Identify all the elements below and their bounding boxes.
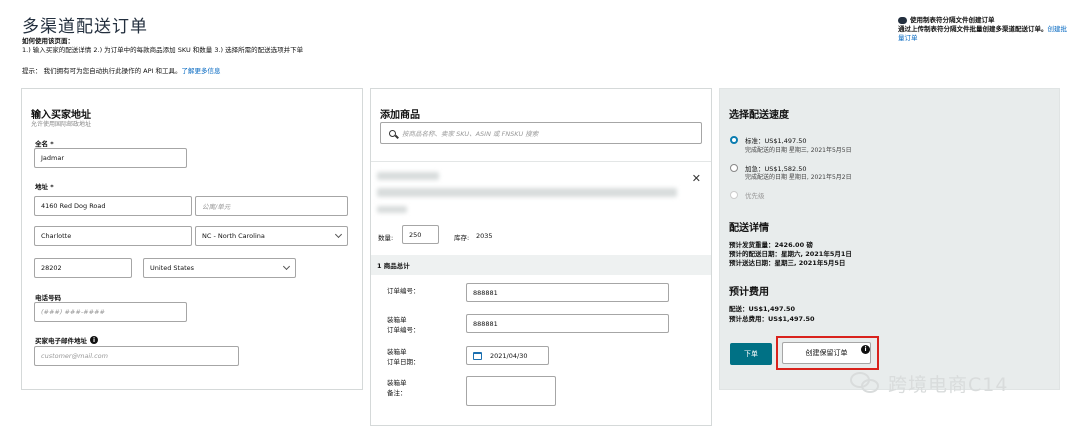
radio-expedited[interactable] [730, 164, 738, 172]
chevron-down-icon [334, 230, 343, 239]
detail-arrival-date: 预计送达日期：星期三, 2021年5月5日 [729, 259, 846, 267]
option-standard: 标准：US$1,497.50 [745, 137, 807, 145]
cost-total: 预计总费用：US$1,497.50 [729, 315, 815, 323]
fullname-input[interactable]: Jadmar [34, 148, 187, 168]
radio-standard[interactable] [730, 136, 738, 144]
state-value: NC - North Carolina [202, 232, 265, 240]
email-label-row: 买家电子邮件地址 i [35, 335, 98, 345]
street-input[interactable]: 4160 Red Dog Road [34, 196, 192, 216]
apt-placeholder: 公寓/单元 [202, 203, 231, 211]
howto-text: 1.) 输入买家的配送详情 2.) 为订单中的每款商品添加 SKU 和数量 3.… [22, 46, 304, 54]
stock-value: 2035 [476, 232, 493, 240]
state-select[interactable]: NC - North Carolina [195, 226, 348, 246]
phone-input[interactable]: (###) ###-#### [34, 302, 187, 322]
packing-no-label: 装箱单 订单编号： [387, 316, 420, 334]
blurred-product-detail [377, 188, 677, 197]
zip-input[interactable]: 28202 [34, 258, 132, 278]
product-search-input[interactable]: 按商品名称、卖家 SKU、ASIN 或 FNSKU 搜索 [380, 122, 702, 144]
items-total: 1 商品总计 [371, 255, 711, 275]
address-subtitle: 允许使用国际邮政地址 [31, 121, 92, 128]
watermark: 跨境电商C14 [850, 370, 1008, 397]
watermark-text: 跨境电商C14 [888, 374, 1009, 396]
blurred-product-sku [377, 206, 407, 213]
option-expedited-date: 完成配送的日期 星期日, 2021年5月2日 [745, 174, 852, 181]
add-items-panel: 添加商品 按商品名称、卖家 SKU、ASIN 或 FNSKU 搜索 ✕ 数量: … [370, 88, 712, 426]
info-icon[interactable]: i [861, 345, 870, 354]
packing-note-label: 装箱单 备注： [387, 379, 407, 397]
packing-note-textarea[interactable] [466, 376, 556, 406]
qty-label: 数量: [378, 234, 394, 242]
chevron-down-icon [282, 262, 291, 271]
packing-no-input[interactable]: 888881 [466, 314, 669, 333]
details-title: 配送详情 [729, 223, 769, 234]
item-card: ✕ 数量: 250 库存: 2035 [371, 161, 711, 255]
phone-label: 电话号码 [35, 294, 61, 302]
cost-shipping: 配送：US$1,497.50 [729, 305, 796, 313]
blurred-product-name [377, 172, 439, 180]
create-hold-order-button[interactable]: 创建保留订单 [782, 342, 871, 364]
search-placeholder: 按商品名称、卖家 SKU、ASIN 或 FNSKU 搜索 [402, 130, 539, 138]
buyer-address-panel: 输入买家地址 允许使用国际邮政地址 全名 * Jadmar 地址 * 4160 … [21, 88, 363, 390]
option-priority: 优先级 [745, 192, 765, 200]
phone-placeholder: (###) ###-#### [41, 308, 105, 316]
order-no-label: 订单编号： [387, 287, 420, 295]
close-icon[interactable]: ✕ [692, 172, 701, 185]
calendar-icon[interactable] [473, 351, 482, 360]
wechat-icon [850, 371, 882, 396]
apt-input[interactable]: 公寓/单元 [195, 196, 348, 216]
email-placeholder: customer@mail.com [41, 352, 108, 360]
stock-label: 库存: [454, 234, 470, 242]
radio-priority[interactable] [730, 191, 738, 199]
bulk-upload-box: 使用制表符分隔文件创建订单 通过上传制表符分隔文件批量创建多渠道配送订单。创建批… [898, 16, 1068, 43]
cost-title: 预计费用 [729, 287, 769, 298]
shipping-panel: 选择配送速度 标准：US$1,497.50 完成配送的日期 星期三, 2021年… [719, 88, 1060, 390]
packing-date-label: 装箱单 订单日期： [387, 348, 420, 366]
upload-title: 使用制表符分隔文件创建订单 [910, 16, 995, 24]
hint: 提示： 我们拥有可为您自动执行此操作的 API 和工具。了解更多信息 [22, 65, 220, 75]
items-title: 添加商品 [380, 110, 420, 121]
learn-more-link[interactable]: 了解更多信息 [181, 67, 220, 75]
shipping-title: 选择配送速度 [729, 110, 789, 121]
search-icon [389, 129, 396, 137]
address-label: 地址 * [35, 183, 54, 191]
packing-date-value: 2021/04/30 [490, 351, 528, 360]
country-select[interactable]: United States [143, 258, 296, 278]
email-label: 买家电子邮件地址 [35, 337, 87, 345]
page-title: 多渠道配送订单 [22, 17, 148, 37]
fullname-label: 全名 * [35, 140, 54, 148]
qty-input[interactable]: 250 [402, 225, 439, 244]
country-value: United States [150, 264, 195, 272]
order-no-input[interactable]: 888881 [466, 283, 669, 302]
packing-date-input[interactable]: 2021/04/30 [466, 346, 549, 365]
email-input[interactable]: customer@mail.com [34, 346, 239, 366]
hint-text: 提示： 我们拥有可为您自动执行此操作的 API 和工具。 [22, 67, 182, 75]
info-icon[interactable]: i [90, 336, 98, 344]
cloud-upload-icon [898, 17, 907, 24]
place-order-button[interactable]: 下单 [730, 343, 772, 365]
city-input[interactable]: Charlotte [34, 226, 192, 246]
option-standard-date: 完成配送的日期 星期三, 2021年5月5日 [745, 147, 852, 154]
upload-desc: 通过上传制表符分隔文件批量创建多渠道配送订单。 [898, 25, 1048, 33]
